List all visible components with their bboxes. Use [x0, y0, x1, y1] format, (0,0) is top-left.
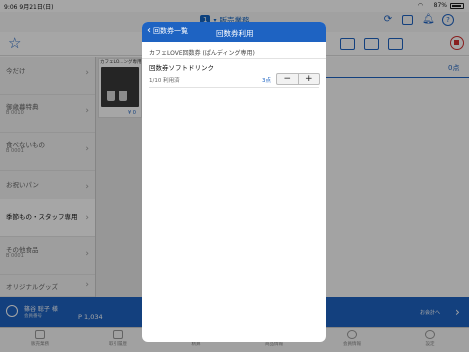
ticket-usage: 1/10 利用済	[149, 78, 180, 84]
divider	[149, 87, 319, 88]
increment-button[interactable]: +	[299, 74, 320, 84]
ticket-item-title: 回数券ソフトドリンク	[149, 64, 214, 72]
divider	[142, 58, 326, 59]
ticket-points: 3点	[262, 78, 271, 84]
ticket-name: カフェLOVE回数券 (ぱんディング専用)	[149, 50, 255, 57]
ticket-use-modal: ‹ 回数券一覧 回数券利用 カフェLOVE回数券 (ぱんディング専用) 回数券ソ…	[142, 22, 326, 342]
chevron-left-icon: ‹	[147, 25, 151, 36]
modal-title: 回数券利用	[216, 29, 254, 38]
back-label: 回数券一覧	[153, 27, 188, 35]
quantity-stepper: − +	[276, 73, 320, 85]
back-button[interactable]: ‹ 回数券一覧	[147, 26, 188, 36]
decrement-button[interactable]: −	[277, 74, 298, 84]
